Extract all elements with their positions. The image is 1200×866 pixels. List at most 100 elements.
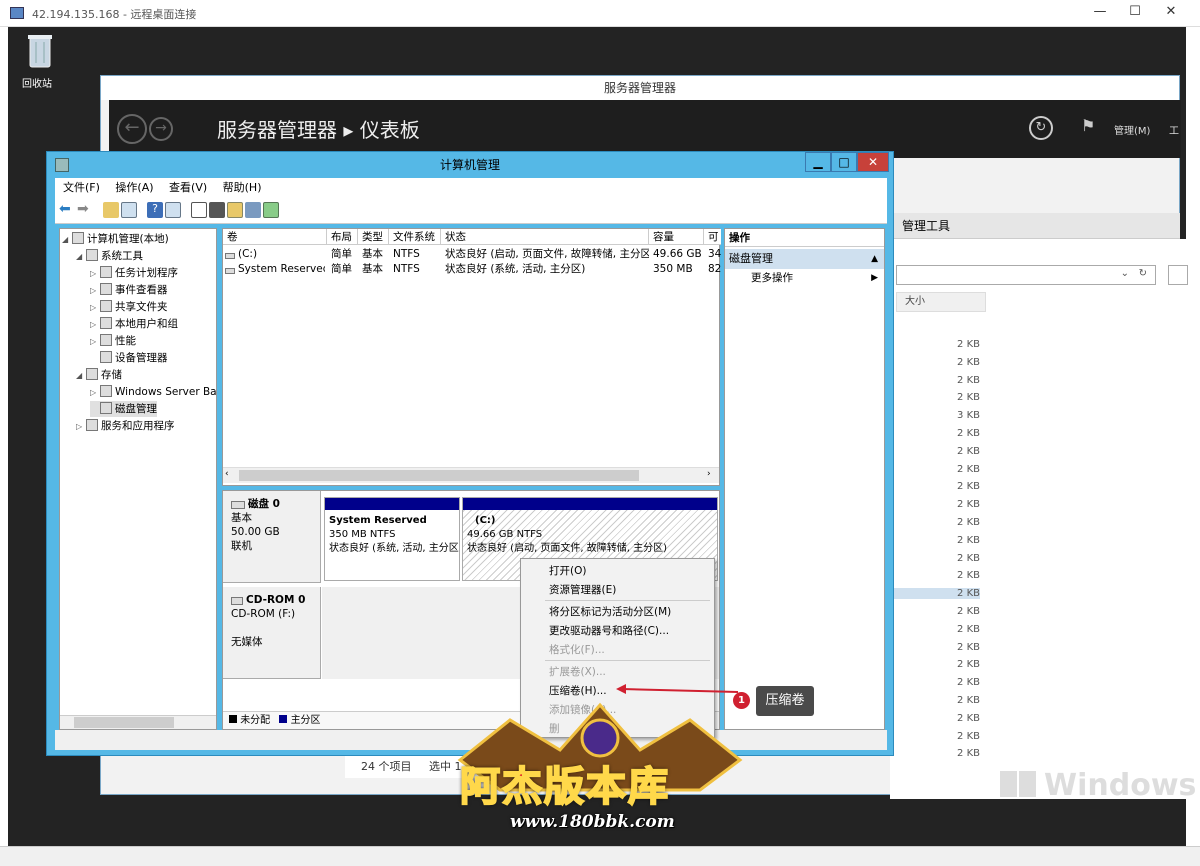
volume-hscroll[interactable]: ‹ › [223, 467, 719, 483]
refresh-icon[interactable]: ↻ [1029, 116, 1053, 140]
menu-view[interactable]: 查看(V) [169, 181, 207, 194]
menu-format[interactable]: 格式化(F)... [549, 642, 605, 657]
menu-mark-active[interactable]: 将分区标记为活动分区(M) [549, 604, 671, 619]
col-type[interactable]: 类型 [358, 229, 389, 245]
tree-item[interactable]: ▷ 服务和应用程序 [76, 418, 175, 434]
col-free[interactable]: 可 [704, 229, 721, 245]
refresh-small-icon[interactable]: ↻ [1139, 268, 1147, 279]
recycle-bin-icon[interactable] [24, 33, 56, 73]
tree-item[interactable]: ◢ 系统工具 [76, 248, 143, 264]
device-tool-icon[interactable] [209, 202, 225, 218]
col-capacity[interactable]: 容量 [649, 229, 704, 245]
tools-menu[interactable]: 工 [1169, 122, 1179, 137]
cm-minimize-button[interactable]: ▁ [805, 152, 831, 172]
menu-help[interactable]: 帮助(H) [223, 181, 262, 194]
menu-explorer[interactable]: 资源管理器(E) [549, 582, 616, 597]
up-folder-icon[interactable] [103, 202, 119, 218]
volume-cell-status[interactable]: 状态良好 (启动, 页面文件, 故障转储, 主分区) [445, 247, 649, 262]
tree-item[interactable]: ▷ 本地用户和组 [90, 316, 178, 332]
search-box[interactable] [1168, 265, 1188, 285]
volume-cell-type[interactable]: 基本 [362, 247, 392, 262]
menu-file[interactable]: 文件(F) [63, 181, 100, 194]
back-icon[interactable]: ← [117, 114, 147, 144]
show-tree-icon[interactable] [121, 202, 137, 218]
manage-menu[interactable]: 管理(M) [1114, 122, 1150, 137]
flag-icon[interactable]: ⚑ [1081, 116, 1095, 135]
properties-icon[interactable] [191, 202, 207, 218]
scroll-right-icon[interactable]: › [707, 469, 711, 479]
view-icon[interactable] [165, 202, 181, 218]
volume-cell-fs[interactable]: NTFS [393, 247, 441, 262]
bottom-scrollbar[interactable] [0, 846, 1200, 866]
chevron-down-icon[interactable]: ⌄ [1121, 268, 1129, 279]
forward-icon[interactable]: → [149, 117, 173, 141]
volume-cell-free[interactable]: 82 [708, 262, 722, 277]
tree-item[interactable]: ◢ 计算机管理(本地) [62, 231, 169, 247]
address-bar[interactable]: ⌄ ↻ [896, 265, 1156, 285]
cdrom-label[interactable]: CD-ROM 0 CD-ROM (F:) 无媒体 [223, 587, 321, 679]
partition-system-reserved[interactable]: System Reserved 350 MB NTFS 状态良好 (系统, 活动… [324, 497, 460, 581]
c-size: 49.66 GB NTFS [467, 529, 543, 540]
maximize-button[interactable]: ☐ [1120, 4, 1150, 22]
expand-arrow-icon[interactable]: ◢ [62, 232, 72, 248]
tree-item[interactable]: ▷ Windows Server Back [90, 384, 216, 401]
col-size-header[interactable]: 大小 [896, 292, 986, 312]
grid-icon[interactable] [263, 202, 279, 218]
expand-arrow-icon[interactable]: ◢ [76, 249, 86, 265]
expand-arrow-icon[interactable]: ▷ [76, 419, 86, 435]
menu-action[interactable]: 操作(A) [115, 181, 153, 194]
help-icon[interactable]: ? [147, 202, 163, 218]
volume-cell-layout[interactable]: 简单 [331, 262, 361, 277]
tree-item[interactable]: ▷ 事件查看器 [90, 282, 168, 298]
scroll-left-icon[interactable]: ‹ [225, 469, 229, 479]
menu-open[interactable]: 打开(O) [549, 563, 586, 578]
volume-scroll-thumb[interactable] [239, 470, 639, 481]
actions-more[interactable]: 更多操作 ▶ [725, 269, 884, 287]
disk0-label[interactable]: 磁盘 0 基本 50.00 GB 联机 [223, 491, 321, 583]
expand-arrow-icon[interactable]: ▷ [90, 266, 100, 282]
forward-arrow-icon[interactable]: ➡ [77, 202, 93, 218]
open-folder-icon[interactable] [227, 202, 243, 218]
volume-cell-status[interactable]: 状态良好 (系统, 活动, 主分区) [445, 262, 649, 277]
menu-extend[interactable]: 扩展卷(X)... [549, 664, 606, 679]
cm-close-button[interactable]: ✕ [857, 152, 889, 172]
expand-arrow-icon[interactable]: ▷ [90, 385, 100, 401]
search-disk-icon[interactable] [245, 202, 261, 218]
col-status[interactable]: 状态 [441, 229, 649, 245]
collapse-icon[interactable]: ▲ [871, 249, 878, 269]
tree-item[interactable]: 设备管理器 [90, 350, 168, 366]
tree-item[interactable]: ▷ 任务计划程序 [90, 265, 178, 281]
cm-maximize-button[interactable]: □ [831, 152, 857, 172]
expand-arrow-icon[interactable]: ▷ [90, 317, 100, 333]
close-button[interactable]: ✕ [1156, 4, 1186, 22]
menu-change-letter[interactable]: 更改驱动器号和路径(C)... [549, 623, 669, 638]
volume-cell-layout[interactable]: 简单 [331, 247, 361, 262]
back-arrow-icon[interactable]: ⬅ [59, 202, 75, 218]
volume-cell-cap[interactable]: 49.66 GB [653, 247, 705, 262]
menu-shrink[interactable]: 压缩卷(H)... [549, 683, 607, 698]
expand-arrow-icon[interactable]: ▷ [90, 334, 100, 350]
volume-cell-fs[interactable]: NTFS [393, 262, 441, 277]
tree-item[interactable]: ◢ 存储 [76, 367, 122, 383]
tree-item[interactable]: ▷ 性能 [90, 333, 136, 349]
volume-cell-cap[interactable]: 350 MB [653, 262, 705, 277]
col-layout[interactable]: 布局 [327, 229, 358, 245]
volume-cell-type[interactable]: 基本 [362, 262, 392, 277]
expand-arrow-icon[interactable]: ▷ [90, 300, 100, 316]
tree-item[interactable]: 磁盘管理 [90, 401, 157, 417]
col-volume[interactable]: 卷 [223, 229, 327, 245]
minimize-button[interactable]: — [1085, 4, 1115, 22]
col-filesystem[interactable]: 文件系统 [389, 229, 441, 245]
disk0-state: 联机 [231, 540, 252, 552]
tree-scroll-thumb[interactable] [74, 717, 174, 728]
volume-cell-name[interactable]: System Reserved [225, 262, 325, 277]
tree-hscroll[interactable] [60, 715, 216, 729]
actions-disk-management[interactable]: 磁盘管理 ▲ [725, 249, 884, 269]
volume-cell-name[interactable]: (C:) [225, 247, 325, 262]
volume-cell-free[interactable]: 34 [708, 247, 722, 262]
tree-item[interactable]: ▷ 共享文件夹 [90, 299, 168, 315]
event-icon [100, 283, 112, 295]
expand-arrow-icon[interactable]: ◢ [76, 368, 86, 384]
expand-arrow-icon[interactable]: ▷ [90, 283, 100, 299]
cdrom-icon [231, 597, 243, 605]
